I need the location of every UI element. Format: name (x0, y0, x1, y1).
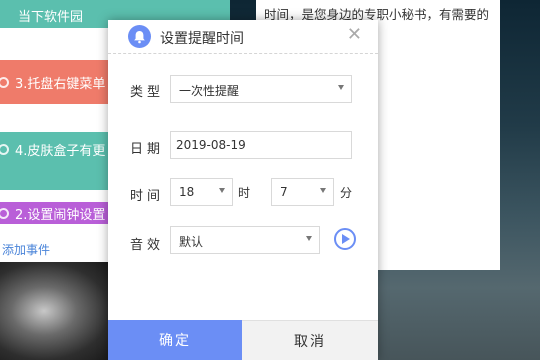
type-select-value: 一次性提醒 (179, 84, 240, 98)
time-label: 时间 (130, 189, 165, 204)
type-select[interactable]: 一次性提醒 (170, 75, 352, 103)
note-text: 当下软件园 (18, 10, 84, 25)
chevron-down-icon (219, 188, 225, 193)
hour-select[interactable]: 18 (170, 178, 233, 206)
sound-select[interactable]: 默认 (170, 226, 320, 254)
dialog-header: 设置提醒时间 ✕ (108, 20, 378, 54)
background-photo (0, 262, 110, 360)
chevron-down-icon (338, 85, 344, 90)
bell-icon (128, 25, 151, 48)
note-text: 2.设置闹钟设置 (15, 207, 106, 223)
hour-unit: 时 (238, 186, 251, 200)
type-label: 类型 (130, 85, 165, 100)
chevron-down-icon (320, 188, 326, 193)
play-icon[interactable] (334, 228, 356, 250)
note-text: 3.托盘右键菜单 (15, 76, 106, 92)
chevron-down-icon (306, 236, 312, 241)
note-dot-icon[interactable] (0, 76, 9, 88)
note-dot-icon[interactable] (0, 207, 9, 219)
date-input-value: 2019-08-19 (176, 138, 246, 152)
minute-select-value: 7 (280, 185, 288, 199)
dialog-title: 设置提醒时间 (160, 31, 244, 47)
minute-select[interactable]: 7 (271, 178, 334, 206)
close-icon[interactable]: ✕ (347, 26, 362, 44)
confirm-button[interactable]: 确定 (108, 320, 242, 360)
date-label: 日期 (130, 142, 165, 157)
sound-label: 音效 (130, 238, 165, 253)
sound-select-value: 默认 (179, 235, 204, 249)
add-event-link[interactable]: 添加事件 (2, 241, 50, 258)
hour-select-value: 18 (179, 185, 195, 199)
note-text: 4.皮肤盒子有更 (15, 144, 106, 159)
cancel-button[interactable]: 取消 (242, 320, 378, 360)
date-input[interactable]: 2019-08-19 (170, 131, 352, 159)
minute-unit: 分 (340, 186, 353, 200)
note-dot-icon[interactable] (0, 144, 9, 155)
reminder-dialog: 设置提醒时间 ✕ 类型 一次性提醒 日期 2019-08-19 时间 18 时 … (108, 20, 378, 360)
